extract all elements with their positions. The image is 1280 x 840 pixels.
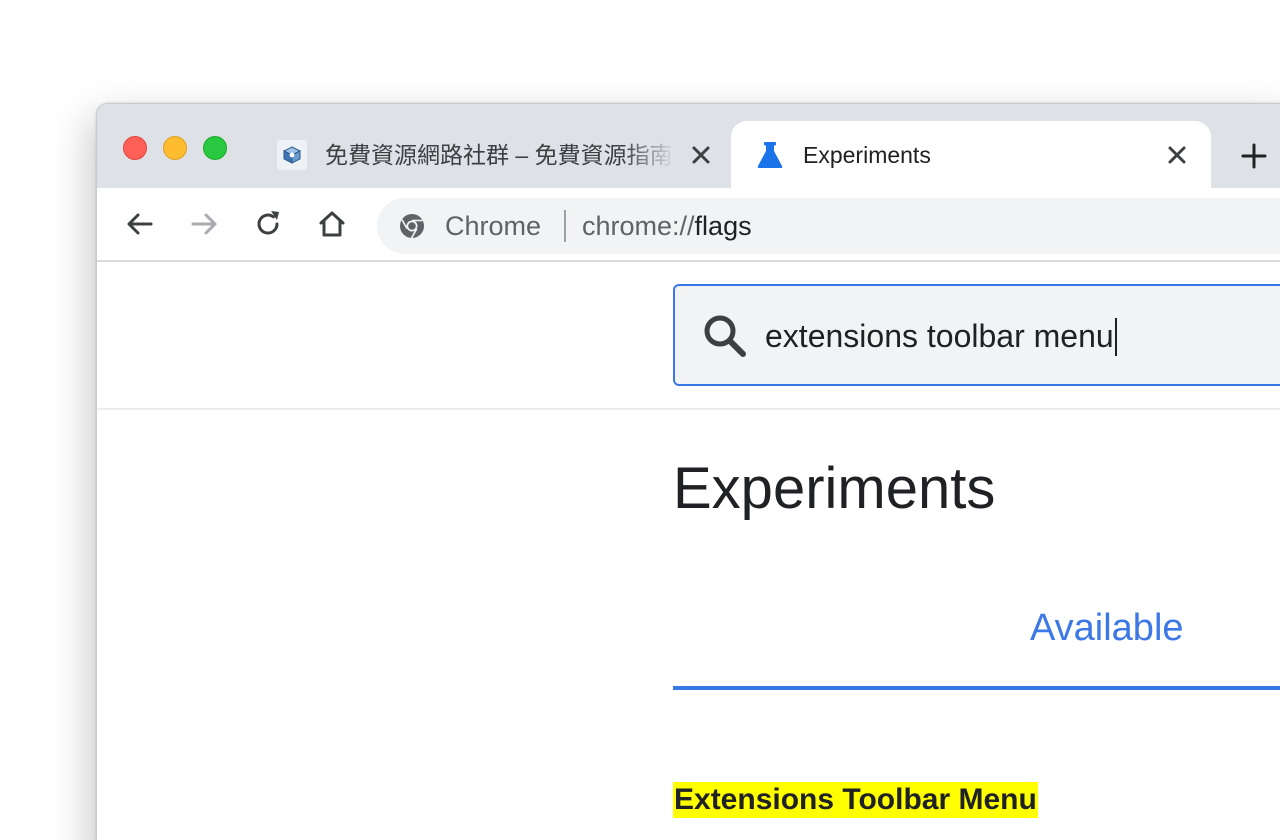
url-path: flags: [694, 211, 752, 241]
tab-active-indicator: [673, 686, 1280, 690]
address-bar[interactable]: Chrome chrome://flags: [377, 198, 1280, 254]
tab-available[interactable]: Available: [1030, 606, 1184, 650]
browser-window: 免費資源網路社群 – 免費資源指南 Experiments Chrome chr…: [96, 103, 1280, 840]
window-close-button[interactable]: [123, 136, 147, 160]
tab-title: 免費資源網路社群 – 免費資源指南: [325, 142, 673, 168]
window-minimize-button[interactable]: [163, 136, 187, 160]
close-icon[interactable]: [1165, 143, 1189, 167]
flag-title: Extensions Toolbar Menu: [673, 782, 1038, 818]
back-button[interactable]: [124, 208, 156, 240]
window-maximize-button[interactable]: [203, 136, 227, 160]
tab-title: Experiments: [803, 142, 931, 168]
new-tab-button[interactable]: [1239, 141, 1269, 171]
search-query-text: extensions toolbar menu: [765, 318, 1114, 354]
reload-button[interactable]: [252, 208, 284, 240]
tab-free-resources[interactable]: 免費資源網路社群 – 免費資源指南: [267, 121, 729, 188]
toolbar: Chrome chrome://flags: [97, 188, 1280, 262]
search-query[interactable]: extensions toolbar menu: [765, 314, 1117, 358]
flags-header: extensions toolbar menu: [97, 262, 1280, 408]
cube-logo-icon: [277, 140, 307, 170]
desktop: 免費資源網路社群 – 免費資源指南 Experiments Chrome chr…: [0, 0, 1280, 840]
url-scheme: chrome://: [582, 211, 695, 241]
chrome-logo-icon: [400, 214, 424, 239]
flag-search-input[interactable]: extensions toolbar menu: [673, 284, 1280, 386]
page-title: Experiments: [673, 456, 996, 521]
tab-strip: 免費資源網路社群 – 免費資源指南 Experiments: [97, 104, 1280, 188]
search-icon: [704, 315, 746, 357]
text-caret: [1114, 317, 1117, 356]
close-icon[interactable]: [689, 143, 713, 167]
main-content: Experiments Available Extensions Toolbar…: [97, 410, 1280, 840]
forward-button[interactable]: [188, 208, 220, 240]
home-button[interactable]: [316, 208, 348, 240]
tab-experiments[interactable]: Experiments: [731, 121, 1211, 188]
site-chip-label: Chrome: [445, 211, 542, 241]
omnibox-divider: [564, 210, 566, 242]
flask-icon: [757, 142, 783, 168]
url-text[interactable]: chrome://flags: [582, 209, 752, 243]
